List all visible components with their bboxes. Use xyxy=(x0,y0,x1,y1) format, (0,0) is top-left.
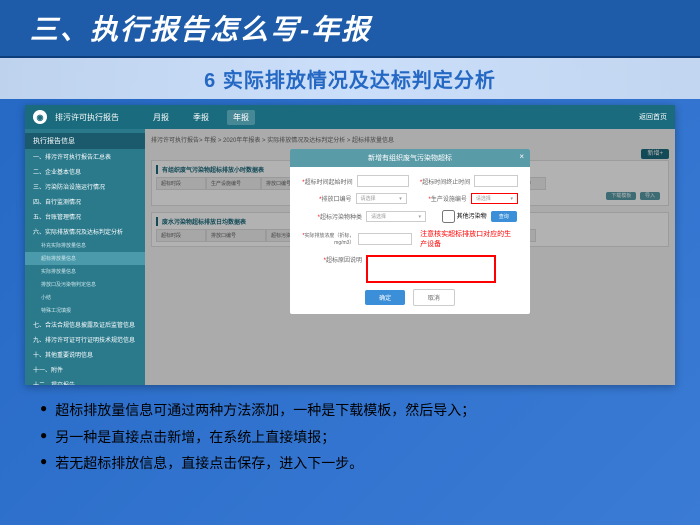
checkbox-other[interactable] xyxy=(442,210,455,223)
close-icon[interactable]: × xyxy=(519,152,524,161)
label-reason: 超标原因说明 xyxy=(326,258,362,264)
sidebar-sub-5[interactable]: 特殊工况填报 xyxy=(25,304,145,317)
bullet-3: ●若无超标排放信息，直接点击保存，进入下一步。 xyxy=(40,450,660,477)
label-outlet: 排放口编号 xyxy=(321,197,351,203)
embedded-screenshot: ◉ 排污许可执行报告 月报 季报 年报 返回首页 执行报告信息 一、排污许可执行… xyxy=(25,105,675,385)
sidebar: 执行报告信息 一、排污许可执行报告汇总表 二、企业基本信息 三、污染防治设施运行… xyxy=(25,129,145,385)
equipment-note: 注意核实超标排放口对应的生产设备 xyxy=(420,229,518,249)
sidebar-item-12[interactable]: 十二、提交报告 xyxy=(25,377,145,385)
slide-subtitle: 6 实际排放情况及达标判定分析 xyxy=(0,64,700,93)
sidebar-item-3[interactable]: 三、污染防治设施运行情况 xyxy=(25,179,145,194)
sidebar-item-9[interactable]: 九、排污许可证可行证明技术规范信息 xyxy=(25,332,145,347)
input-time-end[interactable] xyxy=(474,175,518,187)
top-nav: 月报 季报 年报 xyxy=(147,110,255,125)
label-pollutant: 超标污染物种类 xyxy=(320,215,362,221)
chevron-down-icon: ▾ xyxy=(399,196,402,202)
chevron-down-icon: ▾ xyxy=(418,214,421,220)
confirm-button[interactable]: 确定 xyxy=(365,290,405,305)
app-body: 执行报告信息 一、排污许可执行报告汇总表 二、企业基本信息 三、污染防治设施运行… xyxy=(25,129,675,385)
sidebar-item-2[interactable]: 二、企业基本信息 xyxy=(25,164,145,179)
sidebar-item-7[interactable]: 七、合法合规信息披露及证后监管信息 xyxy=(25,317,145,332)
select-pollutant[interactable]: 请选择▾ xyxy=(366,211,426,222)
nav-month[interactable]: 月报 xyxy=(147,110,175,125)
slide-title: 三、执行报告怎么写-年报 xyxy=(30,8,670,48)
label-conc: 实际排放浓度（折标，mg/m3） xyxy=(304,233,354,246)
label-time-start: 超标时间起始时间 xyxy=(305,180,353,186)
label-other: 其他污染物 xyxy=(457,214,487,220)
slide-title-bar: 三、执行报告怎么写-年报 xyxy=(0,0,700,58)
modal-header: 新增有组织废气污染物超标 × xyxy=(290,149,530,167)
label-equip: 生产设施编号 xyxy=(431,197,467,203)
add-modal: 新增有组织废气污染物超标 × *超标时间起始时间 *超标时间终止时间 *排放口编… xyxy=(290,149,530,314)
bullet-2: ●另一种是直接点击新增，在系统上直接填报； xyxy=(40,424,660,451)
sidebar-item-5[interactable]: 五、台账管理情况 xyxy=(25,209,145,224)
bullet-dot-icon: ● xyxy=(40,424,47,451)
slide-subtitle-bar: 6 实际排放情况及达标判定分析 xyxy=(0,58,700,99)
sidebar-item-6[interactable]: 六、实际排放情况及达标判定分析 xyxy=(25,224,145,239)
modal-body: *超标时间起始时间 *超标时间终止时间 *排放口编号 请选择▾ *生产设施编号 … xyxy=(290,167,530,314)
sidebar-sub-0[interactable]: 补充实际排放量信息 xyxy=(25,239,145,252)
label-time-end: 超标时间终止时间 xyxy=(422,180,470,186)
main-content: 排污许可执行报告> 年报 > 2020年年报表 > 实际排放情况及达标判定分析 … xyxy=(145,129,675,385)
app-header: ◉ 排污许可执行报告 月报 季报 年报 返回首页 xyxy=(25,105,675,129)
nav-quarter[interactable]: 季报 xyxy=(187,110,215,125)
bullet-dot-icon: ● xyxy=(40,397,47,424)
chevron-down-icon: ▾ xyxy=(510,196,513,202)
select-outlet[interactable]: 请选择▾ xyxy=(356,193,407,204)
app-name: 排污许可执行报告 xyxy=(55,112,119,123)
textarea-reason[interactable] xyxy=(366,255,496,283)
modal-overlay: 新增有组织废气污染物超标 × *超标时间起始时间 *超标时间终止时间 *排放口编… xyxy=(145,129,675,385)
sidebar-sub-2[interactable]: 实际排放量信息 xyxy=(25,265,145,278)
sidebar-sub-1[interactable]: 超标排放量信息 xyxy=(25,252,145,265)
input-conc[interactable] xyxy=(358,233,412,245)
select-equip[interactable]: 请选择▾ xyxy=(471,193,518,204)
cancel-button[interactable]: 取消 xyxy=(413,289,455,306)
app-logo-icon: ◉ xyxy=(33,110,47,124)
bullet-dot-icon: ● xyxy=(40,450,47,477)
sidebar-sub-3[interactable]: 排放口及污染物判定信息 xyxy=(25,278,145,291)
nav-year[interactable]: 年报 xyxy=(227,110,255,125)
sidebar-item-11[interactable]: 十一、附件 xyxy=(25,362,145,377)
bullet-1: ●超标排放量信息可通过两种方法添加，一种是下载模板，然后导入； xyxy=(40,397,660,424)
modal-title: 新增有组织废气污染物超标 xyxy=(368,155,452,162)
sidebar-item-10[interactable]: 十、其他重要说明信息 xyxy=(25,347,145,362)
sidebar-item-1[interactable]: 一、排污许可执行报告汇总表 xyxy=(25,149,145,164)
sidebar-sub-4[interactable]: 小结 xyxy=(25,291,145,304)
query-button[interactable]: 查询 xyxy=(491,211,517,222)
bullet-list: ●超标排放量信息可通过两种方法添加，一种是下载模板，然后导入； ●另一种是直接点… xyxy=(40,397,660,477)
input-time-start[interactable] xyxy=(357,175,409,187)
home-button[interactable]: 返回首页 xyxy=(639,112,667,122)
sidebar-item-4[interactable]: 四、自行监测情况 xyxy=(25,194,145,209)
sidebar-header: 执行报告信息 xyxy=(25,133,145,149)
